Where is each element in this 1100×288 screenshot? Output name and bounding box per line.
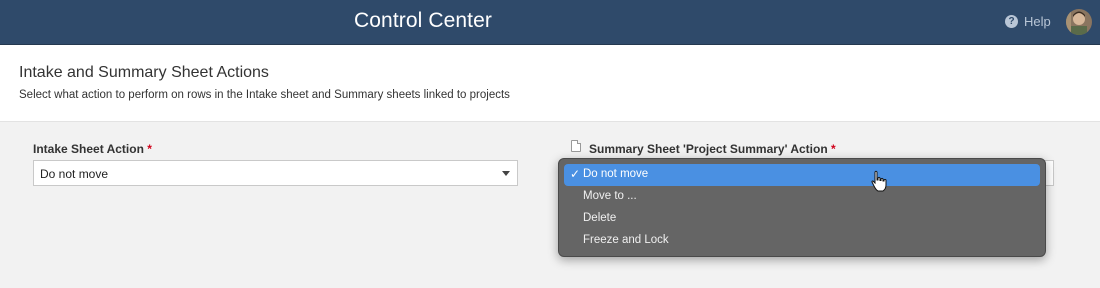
summary-action-dropdown-menu: ✓ Do not move Move to ... Delete Freeze …	[558, 158, 1046, 257]
menu-option-label: Freeze and Lock	[583, 234, 669, 246]
avatar[interactable]	[1066, 9, 1092, 35]
hand-cursor-icon	[871, 170, 887, 192]
summary-action-label: Summary Sheet 'Project Summary' Action *	[589, 142, 836, 156]
menu-option-freeze-and-lock[interactable]: Freeze and Lock	[564, 230, 1040, 252]
intake-action-label: Intake Sheet Action *	[33, 142, 152, 156]
menu-option-do-not-move[interactable]: ✓ Do not move	[564, 164, 1040, 186]
menu-option-label: Move to ...	[583, 190, 637, 202]
help-label: Help	[1024, 14, 1051, 29]
required-mark: *	[147, 142, 152, 156]
menu-option-label: Delete	[583, 212, 617, 224]
app-title: Control Center	[354, 9, 492, 32]
menu-option-delete[interactable]: Delete	[564, 208, 1040, 230]
checkmark-icon: ✓	[570, 167, 581, 181]
summary-action-label-text: Summary Sheet 'Project Summary' Action	[589, 142, 828, 156]
menu-option-label: Do not move	[583, 168, 649, 180]
chevron-down-icon	[502, 171, 510, 176]
sheet-icon	[571, 140, 581, 152]
question-circle-icon: ?	[1005, 15, 1018, 28]
intake-action-select[interactable]: Do not move	[33, 160, 518, 186]
required-mark: *	[831, 142, 836, 156]
menu-option-move-to[interactable]: Move to ...	[564, 186, 1040, 208]
section-title: Intake and Summary Sheet Actions	[19, 64, 269, 81]
intake-action-label-text: Intake Sheet Action	[33, 142, 144, 156]
section-header: Intake and Summary Sheet Actions Select …	[0, 45, 1100, 122]
intake-action-value: Do not move	[40, 167, 109, 181]
help-link[interactable]: ? Help	[1005, 14, 1051, 29]
avatar-image	[1066, 9, 1092, 35]
top-bar: Control Center ? Help	[0, 0, 1100, 45]
section-subtitle: Select what action to perform on rows in…	[19, 89, 510, 101]
